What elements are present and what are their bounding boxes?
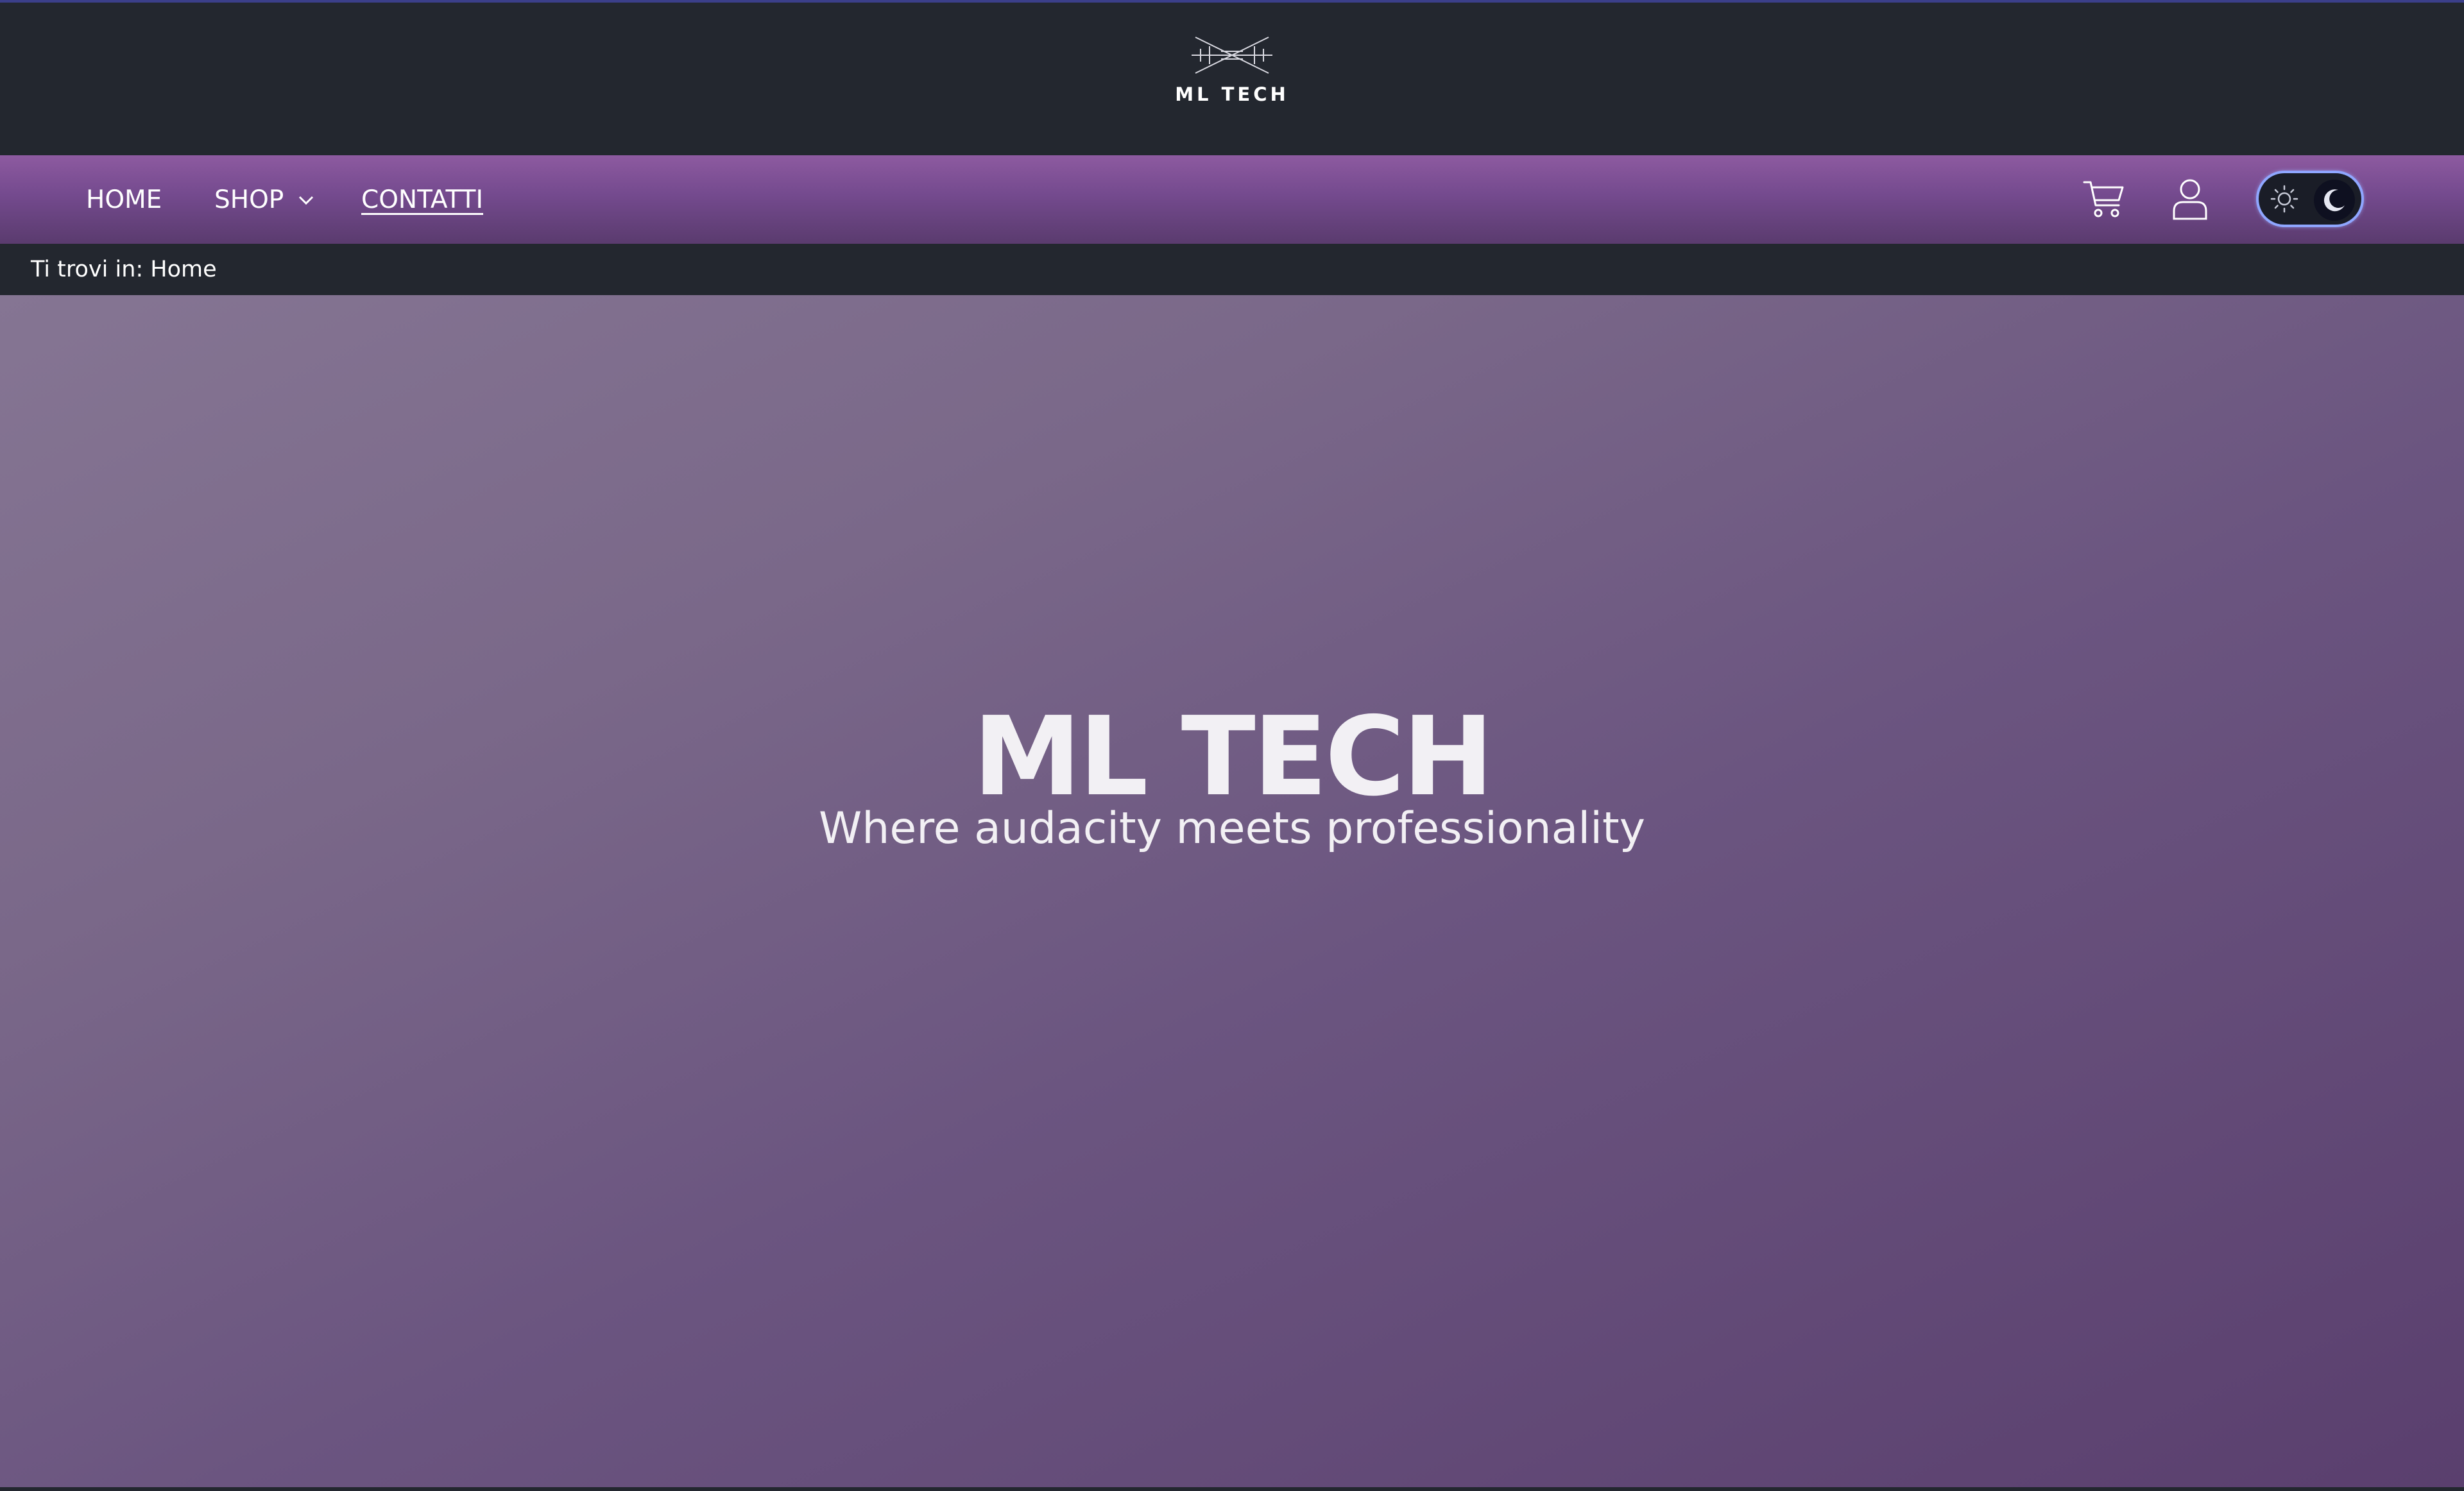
brand-logo[interactable]: ML TECH [1175,32,1289,122]
theme-toggle[interactable] [2256,171,2364,227]
cart-button[interactable] [2076,172,2132,227]
sun-icon [2268,182,2301,216]
nav-contatti-link[interactable]: CONTATTI [361,181,483,219]
main-nav: HOME SHOP CONTATTI [0,155,2464,244]
nav-shop-label: SHOP [214,185,284,214]
moon-icon [2314,180,2355,221]
user-icon [2173,179,2207,220]
user-account-button[interactable] [2162,172,2218,227]
hero-title: ML TECH [973,694,1494,821]
nav-shop-menu[interactable]: SHOP [214,181,314,219]
page: ML TECH HOME SHOP CONTATTI Ti trovi in: … [0,0,2464,1491]
logo-text: ML TECH [1175,83,1289,105]
hero-subtitle: Where audacity meets professionality [819,803,1645,854]
breadcrumb: Ti trovi in: Home [0,244,2464,295]
logo-mark-icon [1192,37,1272,74]
bottom-divider [0,1487,2464,1491]
cart-icon [2083,181,2124,217]
chevron-down-icon [298,194,314,206]
breadcrumb-text: Ti trovi in: Home [31,257,217,282]
nav-home-link[interactable]: HOME [86,181,162,219]
hero-section: ML TECH Where audacity meets professiona… [0,295,2464,1487]
top-header: ML TECH [0,0,2464,155]
